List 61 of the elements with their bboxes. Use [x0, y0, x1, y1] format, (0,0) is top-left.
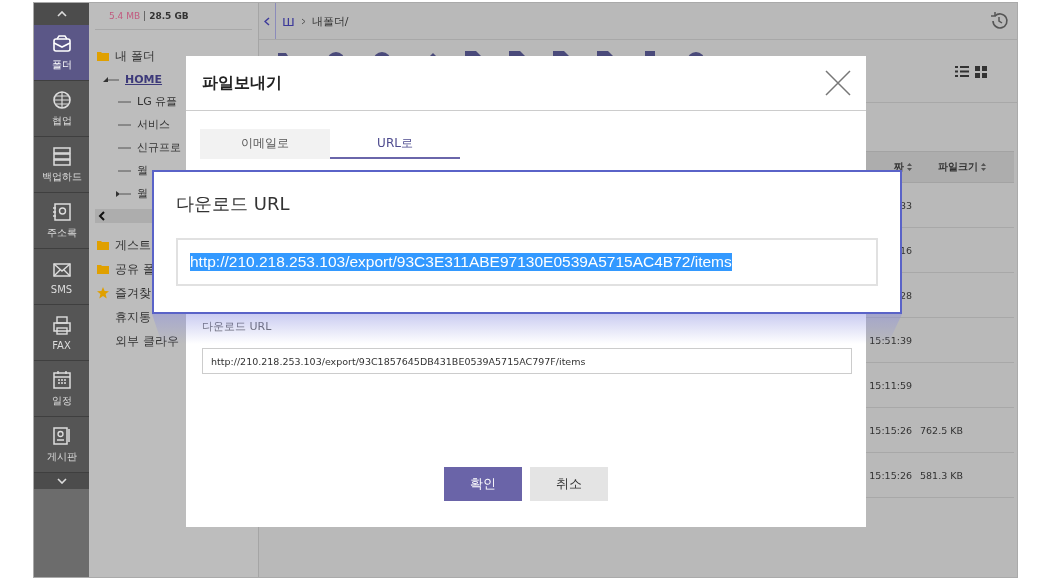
list-view-icon[interactable] [955, 66, 969, 77]
expand-arrow-icon[interactable] [115, 189, 131, 198]
home-folder-link[interactable]: HOME [125, 72, 163, 86]
calendar-icon [50, 369, 73, 391]
sort-icon[interactable] [907, 163, 912, 171]
folder-label[interactable]: 서비스 [137, 117, 170, 132]
folder-label[interactable]: 월 [137, 163, 148, 178]
breadcrumb-link[interactable]: 내폴더/ [311, 13, 349, 29]
nav-item[interactable]: 주소록 [34, 193, 89, 249]
column-header[interactable]: 파일크기 [938, 160, 986, 174]
folder-label[interactable]: LG 유플 [137, 94, 178, 109]
notebook-icon [50, 425, 73, 447]
scroll-down-button[interactable] [34, 473, 89, 489]
table-cell: 15:15:26 [869, 424, 912, 436]
sort-icon[interactable] [981, 163, 986, 171]
chevron-left-icon [264, 16, 270, 26]
chevron-up-icon [56, 11, 67, 17]
field-label: 다운로드 URL [202, 319, 273, 334]
table-cell: 15:51:39 [869, 334, 912, 346]
folder-label[interactable]: 즐겨찾 [115, 284, 151, 302]
table-cell: 15:11:59 [869, 379, 912, 391]
tab[interactable]: 이메일로 [200, 129, 330, 159]
used-storage: 5.4 MB [109, 11, 141, 21]
nav-item[interactable]: 폴더 [34, 25, 89, 81]
globe-icon [50, 89, 73, 111]
folder-label[interactable]: 휴지통 [115, 308, 151, 326]
folder-label[interactable]: 신규프로 [137, 140, 181, 155]
cancel-button[interactable]: 취소 [530, 467, 608, 501]
tray-icon [50, 33, 73, 55]
folder-label[interactable]: 게스트 [115, 236, 151, 254]
address-book-icon [50, 201, 73, 223]
folder-label[interactable]: 외부 클라우 [115, 332, 179, 350]
dialog-title: 파일보내기 [202, 72, 282, 94]
server-icon [50, 145, 73, 167]
nav-item[interactable]: FAX [34, 305, 89, 361]
grid-view-icon[interactable] [975, 66, 987, 78]
table-cell: 581.3 KB [920, 469, 963, 481]
total-storage: 28.5 GB [149, 11, 189, 21]
url-field[interactable]: http://210.218.253.103/export/93C1857645DB431BE0539A5715AC797F/items [202, 348, 852, 374]
confirm-button[interactable]: 확인 [444, 467, 522, 501]
printer-icon [50, 314, 73, 337]
table-cell: 762.5 KB [920, 424, 963, 436]
folder-icon [97, 51, 109, 61]
nav-item[interactable]: 일정 [34, 361, 89, 417]
field-label: 다운로드 URL [176, 192, 291, 216]
folder-label[interactable]: 내 폴더 [115, 47, 155, 65]
nav-item[interactable]: 게시판 [34, 417, 89, 473]
nav-item[interactable]: 협업 [34, 81, 89, 137]
chevron-icon [300, 17, 306, 25]
star-icon [97, 287, 109, 299]
nav-item[interactable]: SMS [34, 249, 89, 305]
breadcrumb-link[interactable]: ш [282, 13, 295, 29]
folder-icon [97, 264, 109, 274]
folder-icon [97, 240, 109, 250]
table-cell: 15:15:26 [869, 469, 912, 481]
close-button[interactable] [824, 69, 852, 97]
folder-label[interactable]: 월 [137, 186, 148, 201]
history-icon[interactable] [989, 11, 1009, 31]
nav-item[interactable]: 백업하드 [34, 137, 89, 193]
expand-arrow-icon[interactable] [103, 75, 119, 83]
chevron-down-icon [56, 478, 67, 484]
